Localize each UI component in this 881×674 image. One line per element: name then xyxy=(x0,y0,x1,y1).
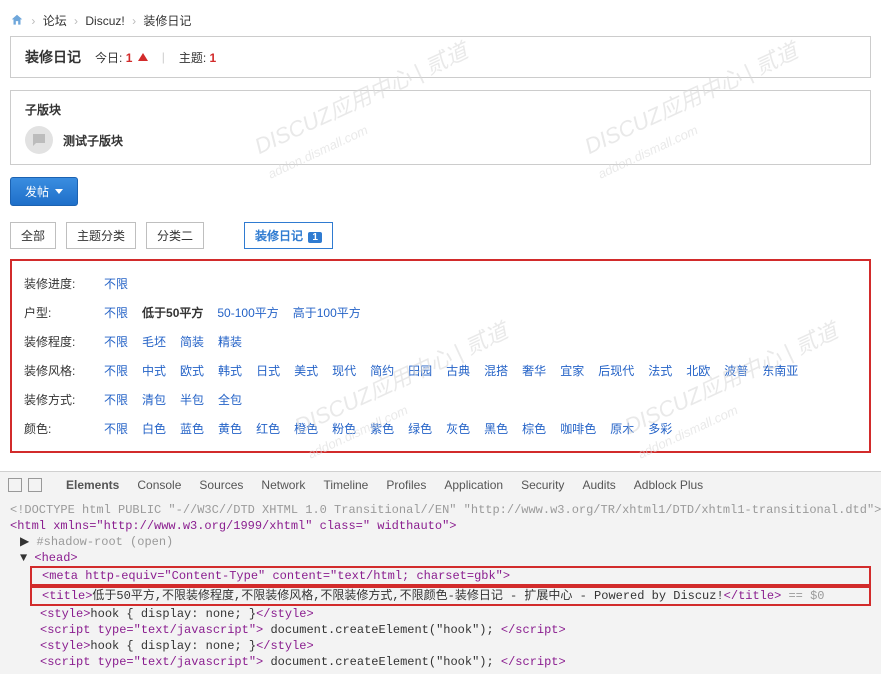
filter-option[interactable]: 清包 xyxy=(142,391,166,408)
filter-option[interactable]: 日式 xyxy=(256,362,280,379)
filter-option[interactable]: 50-100平方 xyxy=(217,304,278,321)
tab-badge: 1 xyxy=(308,232,322,243)
filter-option[interactable]: 精装 xyxy=(218,333,242,350)
filter-option[interactable]: 现代 xyxy=(332,362,356,379)
filter-row: 户型:不限低于50平方 50-100平方高于100平方 xyxy=(24,298,857,327)
devtools-tab[interactable]: Security xyxy=(521,478,564,492)
devtools-device-icon[interactable] xyxy=(28,478,42,492)
filter-label: 装修方式: xyxy=(24,391,104,408)
filter-label: 装修进度: xyxy=(24,275,104,292)
avatar-icon xyxy=(25,126,53,154)
highlighted-title: <title>低于50平方,不限装修程度,不限装修风格,不限装修方式,不限颜色-… xyxy=(30,586,871,606)
devtools-tab[interactable]: Network xyxy=(261,478,305,492)
devtools: Elements Console Sources Network Timeline Pro… xyxy=(0,471,881,674)
crumb-discuz[interactable]: Discuz! xyxy=(85,14,124,28)
filter-option[interactable]: 北欧 xyxy=(686,362,710,379)
filter-row: 装修进度:不限 xyxy=(24,269,857,298)
filter-panel: 装修进度:不限户型:不限低于50平方50-100平方高于100平方装修程度:不限… xyxy=(10,259,871,453)
home-icon[interactable] xyxy=(10,14,27,28)
filter-option[interactable]: 韩式 xyxy=(218,362,242,379)
devtools-inspect-icon[interactable] xyxy=(8,478,22,492)
devtools-tab[interactable]: Adblock Plus xyxy=(634,478,703,492)
filter-option[interactable]: 咖啡色 xyxy=(560,420,596,437)
filter-option[interactable]: 简装 xyxy=(180,333,204,350)
filter-label: 颜色: xyxy=(24,420,104,437)
filter-option[interactable]: 不限 xyxy=(104,391,128,408)
filter-option[interactable]: 多彩 xyxy=(648,420,672,437)
arrow-up-icon xyxy=(138,53,148,61)
filter-row: 装修风格:不限中式欧式韩式日式美式现代简约田园古典混搭奢华宜家后现代法式北欧波普… xyxy=(24,356,857,385)
filter-option[interactable]: 黑色 xyxy=(484,420,508,437)
filter-option[interactable]: 灰色 xyxy=(446,420,470,437)
topics-count: 1 xyxy=(210,51,217,65)
tab-category[interactable]: 主题分类 xyxy=(66,222,136,249)
filter-option[interactable]: 简约 xyxy=(370,362,394,379)
filter-option[interactable]: 红色 xyxy=(256,420,280,437)
today-count: 1 xyxy=(126,51,133,65)
filter-option[interactable]: 蓝色 xyxy=(180,420,204,437)
devtools-tab[interactable]: Timeline xyxy=(323,478,368,492)
forum-title: 装修日记 xyxy=(25,47,81,67)
filter-option[interactable]: 宜家 xyxy=(560,362,584,379)
filter-option[interactable]: 原木 xyxy=(610,420,634,437)
devtools-tab[interactable]: Profiles xyxy=(386,478,426,492)
filter-option[interactable]: 黄色 xyxy=(218,420,242,437)
filter-label: 装修风格: xyxy=(24,362,104,379)
filter-option[interactable]: 紫色 xyxy=(370,420,394,437)
sub-head: 子版块 xyxy=(25,101,856,118)
filter-option[interactable]: 不限 xyxy=(104,275,128,292)
filter-row: 装修程度:不限毛坯简装精装 xyxy=(24,327,857,356)
crumb-current[interactable]: 装修日记 xyxy=(143,14,191,28)
filter-option[interactable]: 不限 xyxy=(104,333,128,350)
filter-row: 装修方式:不限清包半包全包 xyxy=(24,385,857,414)
filter-option[interactable]: 后现代 xyxy=(598,362,634,379)
filter-tabs: 全部 主题分类 分类二 装修日记 1 xyxy=(10,222,871,249)
filter-option[interactable]: 半包 xyxy=(180,391,204,408)
sub-boards-card: 子版块 测试子版块 xyxy=(10,90,871,165)
filter-row: 颜色:不限白色蓝色黄色红色橙色粉色紫色绿色灰色黑色棕色咖啡色原木多彩 xyxy=(24,414,857,443)
filter-option[interactable]: 低于50平方 xyxy=(142,304,203,321)
filter-option[interactable]: 橙色 xyxy=(294,420,318,437)
devtools-tab[interactable]: Application xyxy=(444,478,503,492)
devtools-tab[interactable]: Console xyxy=(137,478,181,492)
filter-option[interactable]: 田园 xyxy=(408,362,432,379)
breadcrumb: › 论坛 › Discuz! › 装修日记 xyxy=(10,6,871,36)
filter-option[interactable]: 欧式 xyxy=(180,362,204,379)
highlighted-meta: <meta http-equiv="Content-Type" content=… xyxy=(30,566,871,586)
filter-option[interactable]: 不限 xyxy=(104,420,128,437)
filter-option[interactable]: 奢华 xyxy=(522,362,546,379)
devtools-tabs: Elements Console Sources Network Timeline Pro… xyxy=(48,476,721,494)
tab-active-diary[interactable]: 装修日记 1 xyxy=(244,222,333,249)
filter-option[interactable]: 混搭 xyxy=(484,362,508,379)
crumb-forum[interactable]: 论坛 xyxy=(43,14,67,28)
forum-header: 装修日记 今日: 1 | 主题: 1 xyxy=(10,36,871,78)
filter-option[interactable]: 白色 xyxy=(142,420,166,437)
filter-option[interactable]: 美式 xyxy=(294,362,318,379)
filter-option[interactable]: 东南亚 xyxy=(762,362,798,379)
filter-label: 户型: xyxy=(24,304,104,321)
filter-option[interactable]: 法式 xyxy=(648,362,672,379)
filter-option[interactable]: 不限 xyxy=(104,304,128,321)
tab-all[interactable]: 全部 xyxy=(10,222,56,249)
filter-label: 装修程度: xyxy=(24,333,104,350)
filter-option[interactable]: 古典 xyxy=(446,362,470,379)
filter-option[interactable]: 波普 xyxy=(724,362,748,379)
devtools-tab[interactable]: Audits xyxy=(582,478,615,492)
devtools-tab[interactable]: Sources xyxy=(199,478,243,492)
filter-option[interactable]: 棕色 xyxy=(522,420,546,437)
devtools-source: <!DOCTYPE html PUBLIC "-//W3C//DTD XHTML… xyxy=(0,498,881,674)
filter-option[interactable]: 不限 xyxy=(104,362,128,379)
filter-option[interactable]: 全包 xyxy=(218,391,242,408)
filter-option[interactable]: 中式 xyxy=(142,362,166,379)
tab-category2[interactable]: 分类二 xyxy=(146,222,204,249)
sub-board-item[interactable]: 测试子版块 xyxy=(25,126,856,154)
filter-option[interactable]: 粉色 xyxy=(332,420,356,437)
filter-option[interactable]: 绿色 xyxy=(408,420,432,437)
devtools-tab[interactable]: Elements xyxy=(66,478,119,492)
new-post-button[interactable]: 发帖 xyxy=(10,177,78,206)
filter-option[interactable]: 高于100平方 xyxy=(293,304,361,321)
filter-option[interactable]: 毛坯 xyxy=(142,333,166,350)
